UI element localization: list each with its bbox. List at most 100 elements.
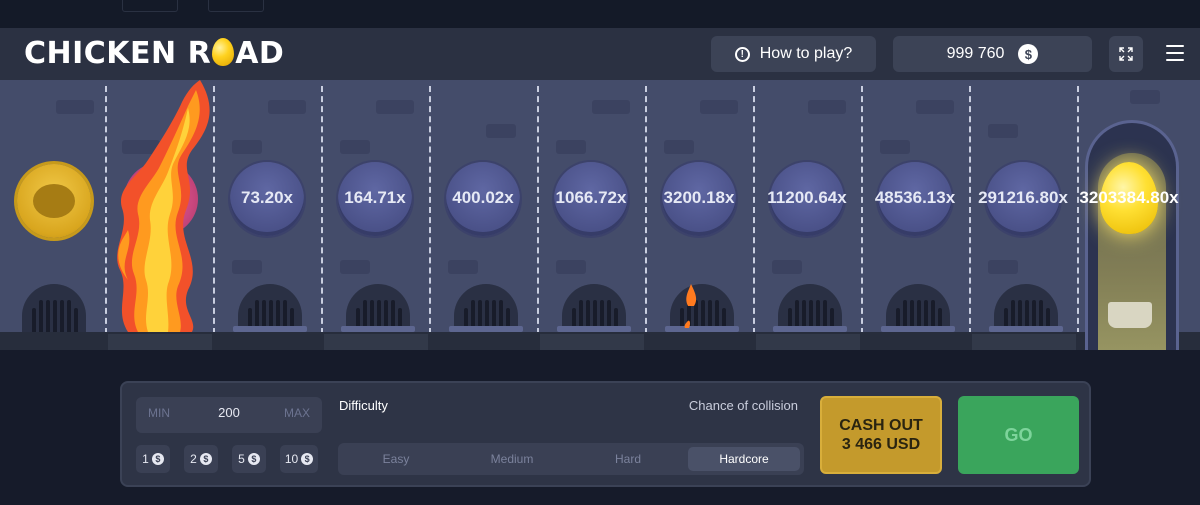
wall-brick: [448, 260, 478, 274]
how-to-play-button[interactable]: ! How to play?: [711, 36, 876, 72]
floor-tile: [972, 334, 1076, 350]
wall-brick: [916, 100, 954, 114]
dollar-coin-icon: $: [301, 453, 314, 465]
sewer-grate: [562, 284, 626, 332]
wall-brick: [556, 140, 586, 154]
difficulty-hard[interactable]: Hard: [572, 447, 684, 471]
chip-label: 1: [142, 452, 149, 466]
header: CHICKEN R AD ! How to play? 999 760 $: [0, 28, 1200, 80]
difficulty-selector: Easy Medium Hard Hardcore: [338, 443, 804, 475]
grate-base: [557, 326, 631, 332]
top-strip-tab: [208, 0, 264, 12]
sewer-grate: [670, 284, 734, 332]
sewer-grate: [238, 284, 302, 332]
dollar-coin-icon: $: [199, 453, 212, 465]
multiplier-label: 3203384.80x: [1079, 188, 1179, 207]
lane-divider: [969, 86, 971, 334]
sewer-grate: [778, 284, 842, 332]
difficulty-medium[interactable]: Medium: [456, 447, 568, 471]
bet-amount-field[interactable]: MIN 200 MAX: [136, 397, 322, 433]
hamburger-line: [1166, 45, 1184, 47]
top-strip: [0, 0, 1200, 28]
sewer-grate: [346, 284, 410, 332]
grate-bar: [60, 300, 64, 332]
wall-brick: [340, 140, 370, 154]
dollar-coin-icon: $: [1018, 44, 1039, 64]
chip-button[interactable]: 2 $: [184, 445, 218, 473]
grate-base: [881, 326, 955, 332]
cash-out-button[interactable]: CASH OUT 3 466 USD: [820, 396, 942, 474]
lane-divider: [537, 86, 539, 334]
multiplier-label: 3200.18x: [663, 188, 735, 207]
grate-bar: [67, 300, 71, 332]
egg-logo-icon: [212, 38, 235, 66]
floor-tile: [540, 334, 644, 350]
wall-brick: [664, 140, 694, 154]
pedestal: [1108, 302, 1152, 328]
menu-button[interactable]: [1166, 45, 1184, 66]
grate-base: [665, 326, 739, 332]
go-button[interactable]: GO: [958, 396, 1079, 474]
chip-button[interactable]: 10 $: [280, 445, 318, 473]
sewer-grate: [454, 284, 518, 332]
balance-value: 999 760: [946, 45, 1005, 62]
wall-brick: [486, 124, 516, 138]
chip-label: 5: [238, 452, 245, 466]
grate-bar: [39, 300, 43, 332]
grate-base: [449, 326, 523, 332]
floor-tile: [756, 334, 860, 350]
wall-brick: [376, 100, 414, 114]
multiplier-label: 291216.80x: [978, 188, 1068, 207]
grate-bar: [32, 308, 36, 332]
fullscreen-button[interactable]: [1109, 36, 1143, 72]
chip-button[interactable]: 1 $: [136, 445, 170, 473]
wall-brick: [268, 100, 306, 114]
wall-brick: [340, 260, 370, 274]
multiplier-label: 48536.13x: [874, 188, 956, 207]
start-coin: [17, 164, 91, 238]
multiplier-label: 1066.72x: [555, 188, 627, 207]
lane-divider: [1077, 86, 1079, 334]
sewer-grate: [22, 284, 86, 332]
wall-brick: [772, 260, 802, 274]
fire-icon: [117, 80, 210, 332]
grate-base: [233, 326, 307, 332]
logo: CHICKEN R AD: [24, 36, 285, 71]
grate-base: [773, 326, 847, 332]
difficulty-easy[interactable]: Easy: [340, 447, 452, 471]
lane-divider: [105, 86, 107, 334]
floor-tile: [108, 334, 212, 350]
grate-bar: [46, 300, 50, 332]
road-floor: [0, 332, 1200, 350]
multiplier-label: 73.20x: [241, 188, 293, 207]
hamburger-line: [1166, 59, 1184, 61]
wall-brick: [556, 260, 586, 274]
wall-brick: [880, 140, 910, 154]
multiplier-label: 400.02x: [452, 188, 514, 207]
how-to-play-label: How to play?: [759, 45, 853, 62]
lane-divider: [861, 86, 863, 334]
difficulty-hardcore[interactable]: Hardcore: [688, 447, 800, 471]
floor-tile: [324, 334, 428, 350]
difficulty-label: Difficulty: [339, 398, 388, 413]
wall-brick: [56, 100, 94, 114]
chip-button[interactable]: 5 $: [232, 445, 266, 473]
chip-label: 2: [190, 452, 197, 466]
grate-base: [989, 326, 1063, 332]
cash-out-amount: 3 466 USD: [841, 436, 921, 453]
wall-brick: [232, 260, 262, 274]
wall-brick: [988, 124, 1018, 138]
hamburger-line: [1166, 52, 1184, 54]
fire-icon: [684, 284, 697, 328]
max-bet-button[interactable]: MAX: [284, 406, 310, 420]
sewer-grate: [994, 284, 1058, 332]
dollar-coin-icon: $: [151, 453, 164, 465]
wall-brick: [988, 260, 1018, 274]
lane-divider: [321, 86, 323, 334]
bet-panel: MIN 200 MAX 1 $ 2 $ 5 $ 10 $ Difficulty Chan…: [120, 381, 1091, 487]
info-icon: !: [734, 46, 750, 62]
grate-base: [341, 326, 415, 332]
balance-display: 999 760 $: [893, 36, 1092, 72]
wall-brick: [700, 100, 738, 114]
lane-divider: [753, 86, 755, 334]
